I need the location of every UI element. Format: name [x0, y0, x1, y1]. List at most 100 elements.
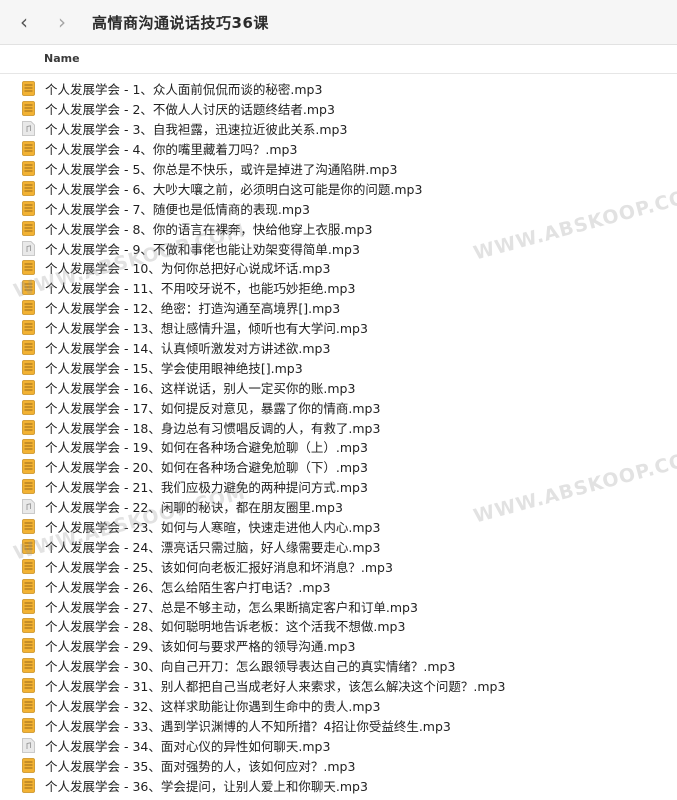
file-row[interactable]: 个人发展学会 - 9、不做和事佬也能让劝架变得简单.mp3: [0, 238, 677, 258]
document-icon: [22, 698, 35, 713]
file-name: 个人发展学会 - 7、随便也是低情商的表现.mp3: [45, 201, 310, 217]
file-name: 个人发展学会 - 13、想让感情升温，倾听也有大学问.mp3: [45, 321, 368, 337]
document-icon: [22, 141, 35, 157]
file-name: 个人发展学会 - 29、该如何与要求严格的领导沟通.mp3: [45, 639, 356, 655]
file-row[interactable]: 个人发展学会 - 22、闲聊的秘诀，都在朋友圈里.mp3: [0, 497, 677, 517]
document-icon: [22, 678, 35, 694]
file-row[interactable]: 个人发展学会 - 25、该如何向老板汇报好消息和坏消息？.mp3: [0, 556, 677, 576]
document-icon: [22, 598, 35, 614]
file-row[interactable]: 个人发展学会 - 18、身边总有习惯唱反调的人，有救了.mp3: [0, 417, 677, 437]
file-row[interactable]: 个人发展学会 - 14、认真倾听激发对方讲述欲.mp3: [0, 338, 677, 358]
file-row[interactable]: 个人发展学会 - 4、你的嘴里藏着刀吗？.mp3: [0, 139, 677, 159]
document-icon: [22, 718, 35, 733]
file-row[interactable]: 个人发展学会 - 20、如何在各种场合避免尬聊（下）.mp3: [0, 457, 677, 477]
document-icon: [22, 180, 35, 196]
document-icon: [22, 260, 35, 276]
file-name: 个人发展学会 - 5、你总是不快乐，或许是掉进了沟通陷阱.mp3: [45, 162, 398, 177]
chevron-left-icon: ‹: [20, 10, 28, 34]
file-name: 个人发展学会 - 15、学会使用眼神绝技[].mp3: [45, 360, 303, 376]
file-row[interactable]: 个人发展学会 - 24、漂亮话只需过脑，好人缘需要走心.mp3: [0, 536, 677, 556]
document-icon: [22, 280, 35, 296]
file-row[interactable]: 个人发展学会 - 19、如何在各种场合避免尬聊（上）.mp3: [0, 437, 677, 457]
file-row[interactable]: 个人发展学会 - 16、这样说话，别人一定买你的账.mp3: [0, 377, 677, 397]
document-icon: [22, 459, 35, 475]
file-name: 个人发展学会 - 1、众人面前侃侃而谈的秘密.mp3: [45, 82, 323, 98]
document-icon: [22, 658, 35, 674]
document-icon: [22, 379, 35, 395]
file-row[interactable]: 个人发展学会 - 35、面对强势的人，该如何应对？.mp3: [0, 755, 677, 775]
document-icon: [22, 161, 35, 176]
file-name: 个人发展学会 - 21、我们应极力避免的两种提问方式.mp3: [45, 480, 368, 496]
column-header-name[interactable]: Name: [0, 45, 677, 74]
document-icon: [22, 439, 35, 455]
document-icon: [22, 578, 35, 594]
file-row[interactable]: 个人发展学会 - 34、面对心仪的异性如何聊天.mp3: [0, 735, 677, 755]
file-name: 个人发展学会 - 27、总是不够主动，怎么果断搞定客户和订单.mp3: [45, 599, 418, 615]
file-name: 个人发展学会 - 36、学会提问，让别人爱上和你聊天.mp3: [45, 778, 368, 794]
file-row[interactable]: 个人发展学会 - 6、大吵大嚷之前，必须明白这可能是你的问题.mp3: [0, 178, 677, 198]
forward-button[interactable]: ›: [48, 8, 76, 36]
chevron-right-icon: ›: [58, 10, 66, 34]
document-icon: [22, 399, 35, 415]
audio-file-icon: [22, 737, 35, 753]
file-name: 个人发展学会 - 30、向自己开刀：怎么跟领导表达自己的真实情绪？.mp3: [45, 659, 456, 675]
file-row[interactable]: 个人发展学会 - 26、怎么给陌生客户打电话？.mp3: [0, 576, 677, 596]
document-icon: [22, 479, 35, 495]
file-name: 个人发展学会 - 19、如何在各种场合避免尬聊（上）.mp3: [45, 440, 368, 456]
file-name: 个人发展学会 - 33、遇到学识渊博的人不知所措？4招让你受益终生.mp3: [45, 718, 451, 734]
document-icon: [22, 101, 35, 117]
document-icon: [22, 539, 35, 554]
file-name: 个人发展学会 - 34、面对心仪的异性如何聊天.mp3: [45, 738, 331, 754]
file-name: 个人发展学会 - 23、如何与人寒暄，快速走进他人内心.mp3: [45, 520, 381, 536]
audio-file-icon: [22, 499, 35, 515]
file-row[interactable]: 个人发展学会 - 13、想让感情升温，倾听也有大学问.mp3: [0, 318, 677, 338]
toolbar: ‹ › 高情商沟通说话技巧36课: [0, 0, 677, 45]
file-row[interactable]: 个人发展学会 - 17、如何提反对意见，暴露了你的情商.mp3: [0, 397, 677, 417]
file-name: 个人发展学会 - 20、如何在各种场合避免尬聊（下）.mp3: [45, 460, 368, 476]
file-name: 个人发展学会 - 16、这样说话，别人一定买你的账.mp3: [45, 380, 356, 396]
file-row[interactable]: 个人发展学会 - 11、不用咬牙说不，也能巧妙拒绝.mp3: [0, 278, 677, 298]
file-name: 个人发展学会 - 25、该如何向老板汇报好消息和坏消息？.mp3: [45, 559, 393, 575]
file-row[interactable]: 个人发展学会 - 30、向自己开刀：怎么跟领导表达自己的真实情绪？.mp3: [0, 656, 677, 676]
file-row[interactable]: 个人发展学会 - 12、绝密：打造沟通至高境界[].mp3: [0, 298, 677, 318]
file-name: 个人发展学会 - 10、为何你总把好心说成坏话.mp3: [45, 261, 331, 277]
file-row[interactable]: 个人发展学会 - 29、该如何与要求严格的领导沟通.mp3: [0, 636, 677, 656]
file-row[interactable]: 个人发展学会 - 5、你总是不快乐，或许是掉进了沟通陷阱.mp3: [0, 159, 677, 179]
audio-file-icon: [22, 240, 35, 256]
document-icon: [22, 419, 35, 435]
file-row[interactable]: 个人发展学会 - 7、随便也是低情商的表现.mp3: [0, 198, 677, 218]
file-name: 个人发展学会 - 3、自我袒露，迅速拉近彼此关系.mp3: [45, 122, 348, 138]
audio-file-icon: [22, 121, 35, 137]
file-row[interactable]: 个人发展学会 - 27、总是不够主动，怎么果断搞定客户和订单.mp3: [0, 596, 677, 616]
document-icon: [22, 757, 35, 773]
file-name: 个人发展学会 - 26、怎么给陌生客户打电话？.mp3: [45, 579, 331, 595]
file-name: 个人发展学会 - 8、你的语言在裸奔，快给他穿上衣服.mp3: [45, 221, 373, 237]
file-row[interactable]: 个人发展学会 - 1、众人面前侃侃而谈的秘密.mp3: [0, 79, 677, 99]
file-name: 个人发展学会 - 4、你的嘴里藏着刀吗？.mp3: [45, 142, 298, 158]
document-icon: [22, 777, 35, 793]
document-icon: [22, 200, 35, 216]
file-name: 个人发展学会 - 31、别人都把自己当成老好人来索求，该怎么解决这个问题？.mp…: [45, 679, 506, 695]
file-name: 个人发展学会 - 18、身边总有习惯唱反调的人，有救了.mp3: [45, 420, 381, 436]
document-icon: [22, 220, 35, 236]
file-row[interactable]: 个人发展学会 - 23、如何与人寒暄，快速走进他人内心.mp3: [0, 517, 677, 537]
file-name: 个人发展学会 - 6、大吵大嚷之前，必须明白这可能是你的问题.mp3: [45, 181, 423, 197]
file-row[interactable]: 个人发展学会 - 2、不做人人讨厌的话题终结者.mp3: [0, 99, 677, 119]
file-row[interactable]: 个人发展学会 - 21、我们应极力避免的两种提问方式.mp3: [0, 477, 677, 497]
file-row[interactable]: 个人发展学会 - 33、遇到学识渊博的人不知所措？4招让你受益终生.mp3: [0, 716, 677, 736]
file-row[interactable]: 个人发展学会 - 31、别人都把自己当成老好人来索求，该怎么解决这个问题？.mp…: [0, 676, 677, 696]
file-row[interactable]: 个人发展学会 - 3、自我袒露，迅速拉近彼此关系.mp3: [0, 119, 677, 139]
file-row[interactable]: 个人发展学会 - 15、学会使用眼神绝技[].mp3: [0, 357, 677, 377]
file-row[interactable]: 个人发展学会 - 36、学会提问，让别人爱上和你聊天.mp3: [0, 775, 677, 795]
document-icon: [22, 300, 35, 316]
back-button[interactable]: ‹: [10, 8, 38, 36]
file-name: 个人发展学会 - 32、这样求助能让你遇到生命中的贵人.mp3: [45, 699, 381, 715]
file-row[interactable]: 个人发展学会 - 8、你的语言在裸奔，快给他穿上衣服.mp3: [0, 218, 677, 238]
file-row[interactable]: 个人发展学会 - 10、为何你总把好心说成坏话.mp3: [0, 258, 677, 278]
document-icon: [22, 340, 35, 355]
file-name: 个人发展学会 - 22、闲聊的秘诀，都在朋友圈里.mp3: [45, 500, 343, 516]
file-name: 个人发展学会 - 35、面对强势的人，该如何应对？.mp3: [45, 758, 356, 774]
file-row[interactable]: 个人发展学会 - 28、如何聪明地告诉老板：这个活我不想做.mp3: [0, 616, 677, 636]
document-icon: [22, 519, 35, 534]
file-row[interactable]: 个人发展学会 - 32、这样求助能让你遇到生命中的贵人.mp3: [0, 696, 677, 716]
